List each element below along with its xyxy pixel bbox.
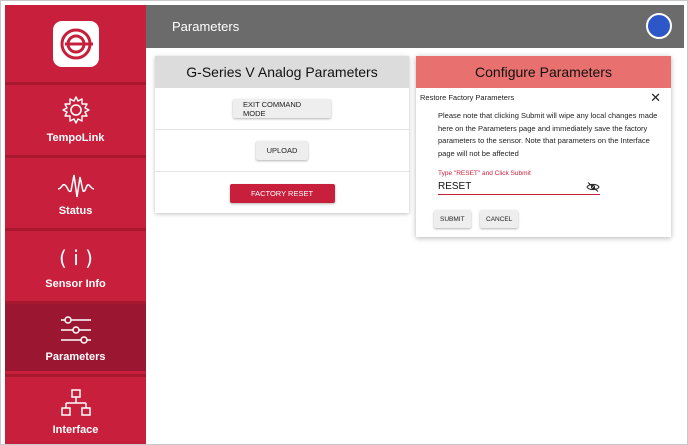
sidebar-item-label: Status <box>58 205 93 217</box>
sidebar-item-label: Sensor Info <box>45 278 106 290</box>
sidebar-item-interface[interactable]: Interface <box>5 374 146 444</box>
sidebar-item-parameters[interactable]: Parameters <box>5 301 146 371</box>
network-icon <box>60 389 91 416</box>
analog-parameters-card: G-Series V Analog Parameters EXIT COMMAN… <box>155 56 409 213</box>
sidebar-item-tempolink[interactable]: TempoLink <box>5 82 146 152</box>
sliders-icon <box>60 316 91 344</box>
brand-logo <box>52 20 99 67</box>
close-icon[interactable]: ✕ <box>650 90 661 106</box>
analog-card-title: G-Series V Analog Parameters <box>155 56 409 88</box>
sidebar-item-label: TempoLink <box>46 132 105 144</box>
input-underline <box>438 194 600 195</box>
submit-button[interactable]: SUBMIT <box>434 210 471 228</box>
sidebar: TempoLink Status ( i ) Sensor Info Param… <box>5 5 146 444</box>
reset-confirm-input[interactable]: RESET <box>438 181 471 192</box>
sidebar-item-sensor-info[interactable]: ( i ) Sensor Info <box>5 228 146 298</box>
reset-field-label: Type "RESET" and Click Submit <box>438 170 531 177</box>
pulse-icon <box>57 174 94 198</box>
factory-reset-button[interactable]: FACTORY RESET <box>229 183 335 203</box>
restore-subtitle: Restore Factory Parameters <box>420 93 515 102</box>
page-title: Parameters <box>172 19 240 34</box>
reset-row: FACTORY RESET <box>155 172 409 214</box>
upload-button[interactable]: UPLOAD <box>256 141 308 160</box>
cancel-button[interactable]: CANCEL <box>480 210 519 228</box>
upload-row: UPLOAD <box>155 130 409 172</box>
exit-command-mode-button[interactable]: EXIT COMMAND MODE <box>233 99 331 118</box>
configure-card-title: Configure Parameters <box>416 56 671 88</box>
top-bar: Parameters <box>146 5 684 48</box>
avatar[interactable] <box>646 13 672 39</box>
sidebar-item-label: Interface <box>52 424 99 436</box>
app-window: TempoLink Status ( i ) Sensor Info Param… <box>0 0 688 445</box>
info-icon: ( i ) <box>59 246 93 270</box>
eye-off-icon[interactable] <box>586 182 600 192</box>
configure-parameters-card: Configure Parameters Restore Factory Par… <box>416 56 671 237</box>
gear-icon <box>61 96 90 124</box>
reset-warning-text: Please note that clicking Submit will wi… <box>438 111 658 158</box>
logo-box <box>5 5 146 82</box>
sidebar-item-label: Parameters <box>45 351 106 363</box>
sidebar-item-status[interactable]: Status <box>5 155 146 225</box>
svg-text:( i ): ( i ) <box>59 246 93 270</box>
exit-row: EXIT COMMAND MODE <box>155 88 409 130</box>
